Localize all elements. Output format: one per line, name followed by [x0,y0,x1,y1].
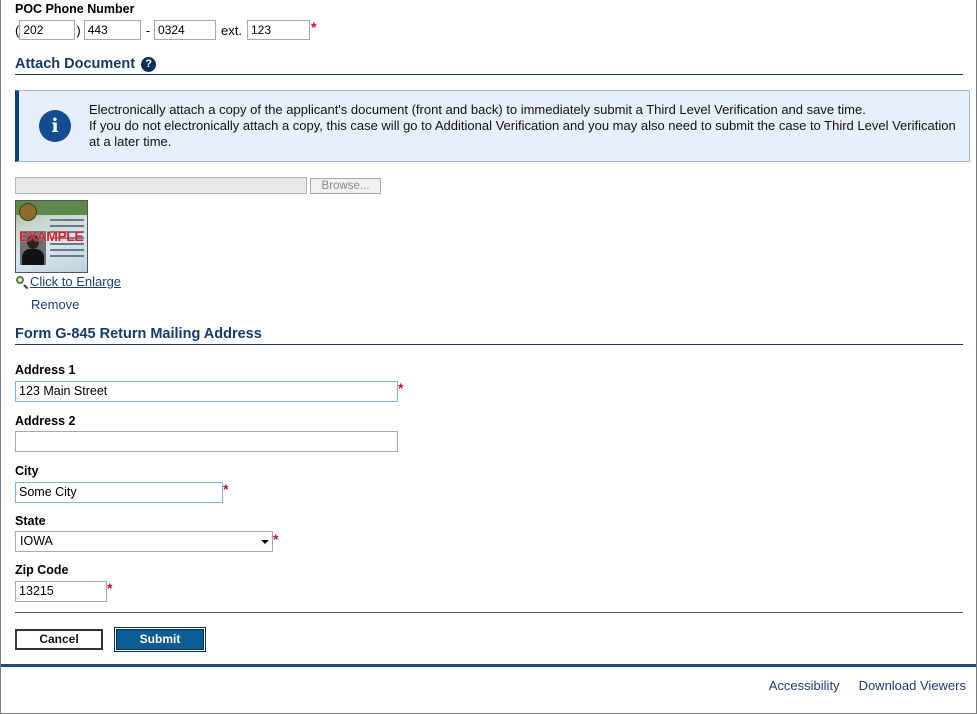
document-thumbnail[interactable]: EXAMPLE [15,200,88,273]
question-icon[interactable]: ? [141,57,157,72]
state-required-mark: * [273,531,279,547]
phone-area-code-input[interactable] [19,20,76,40]
chevron-down-icon [261,540,269,544]
zoom-icon [15,275,29,289]
browse-button[interactable]: Browse... [310,177,381,194]
phone-dash: - [145,22,151,38]
attach-document-title: Attach Document [15,56,136,72]
phone-row: ( ) - ext. * [15,19,317,40]
phone-prefix-input[interactable] [83,20,141,40]
address1-required-mark: * [398,380,404,396]
phone-line-input[interactable] [154,20,217,40]
phone-close-paren: ) [76,22,81,38]
page-frame: POC Phone Number ( ) - ext. * Attach Doc… [0,0,977,714]
address1-label: Address 1 [15,363,76,377]
city-required-mark: * [223,481,229,497]
click-to-enlarge-link[interactable]: Click to Enlarge [30,274,121,289]
accessibility-link[interactable]: Accessibility [769,678,840,693]
address2-label: Address 2 [15,414,76,428]
phone-ext-label: ext. [221,22,242,38]
zip-code-required-mark: * [107,580,113,596]
info-text: Electronically attach a copy of the appl… [89,102,959,150]
enlarge-row: Click to Enlarge [15,274,121,289]
state-select-value: IOWA [20,534,53,548]
thumbnail-seal [19,203,37,221]
footer-links: Accessibility Download Viewers [769,678,966,693]
address2-input[interactable] [15,431,398,452]
file-path-field[interactable] [15,177,307,194]
phone-label: POC Phone Number [15,2,135,16]
remove-link[interactable]: Remove [31,297,79,312]
phone-required-mark: * [311,19,317,35]
cancel-button[interactable]: Cancel [15,629,103,650]
city-label: City [15,464,39,478]
submit-button[interactable]: Submit [114,627,206,652]
form-divider [15,612,963,613]
info-message: i Electronically attach a copy of the ap… [15,90,970,162]
address1-input[interactable]: 123 Main Street [15,381,398,402]
zip-code-input[interactable]: 13215 [15,581,107,602]
city-input[interactable]: Some City [15,482,223,503]
state-select[interactable]: IOWA [15,531,273,552]
info-icon: i [39,110,71,142]
zip-code-label: Zip Code [15,563,69,577]
attach-document-header: Attach Document ? [15,56,963,75]
file-upload-row: Browse... [15,177,381,194]
thumbnail-example-stamp: EXAMPLE [19,228,84,244]
info-line-2: If you do not electronically attach a co… [89,118,956,149]
phone-ext-input[interactable] [247,20,310,40]
state-label: State [15,514,46,528]
mailing-address-header: Form G-845 Return Mailing Address [15,326,963,345]
footer-bar [1,664,976,667]
info-line-1: Electronically attach a copy of the appl… [89,102,866,117]
mailing-address-title: Form G-845 Return Mailing Address [15,326,262,342]
download-viewers-link[interactable]: Download Viewers [859,678,966,693]
